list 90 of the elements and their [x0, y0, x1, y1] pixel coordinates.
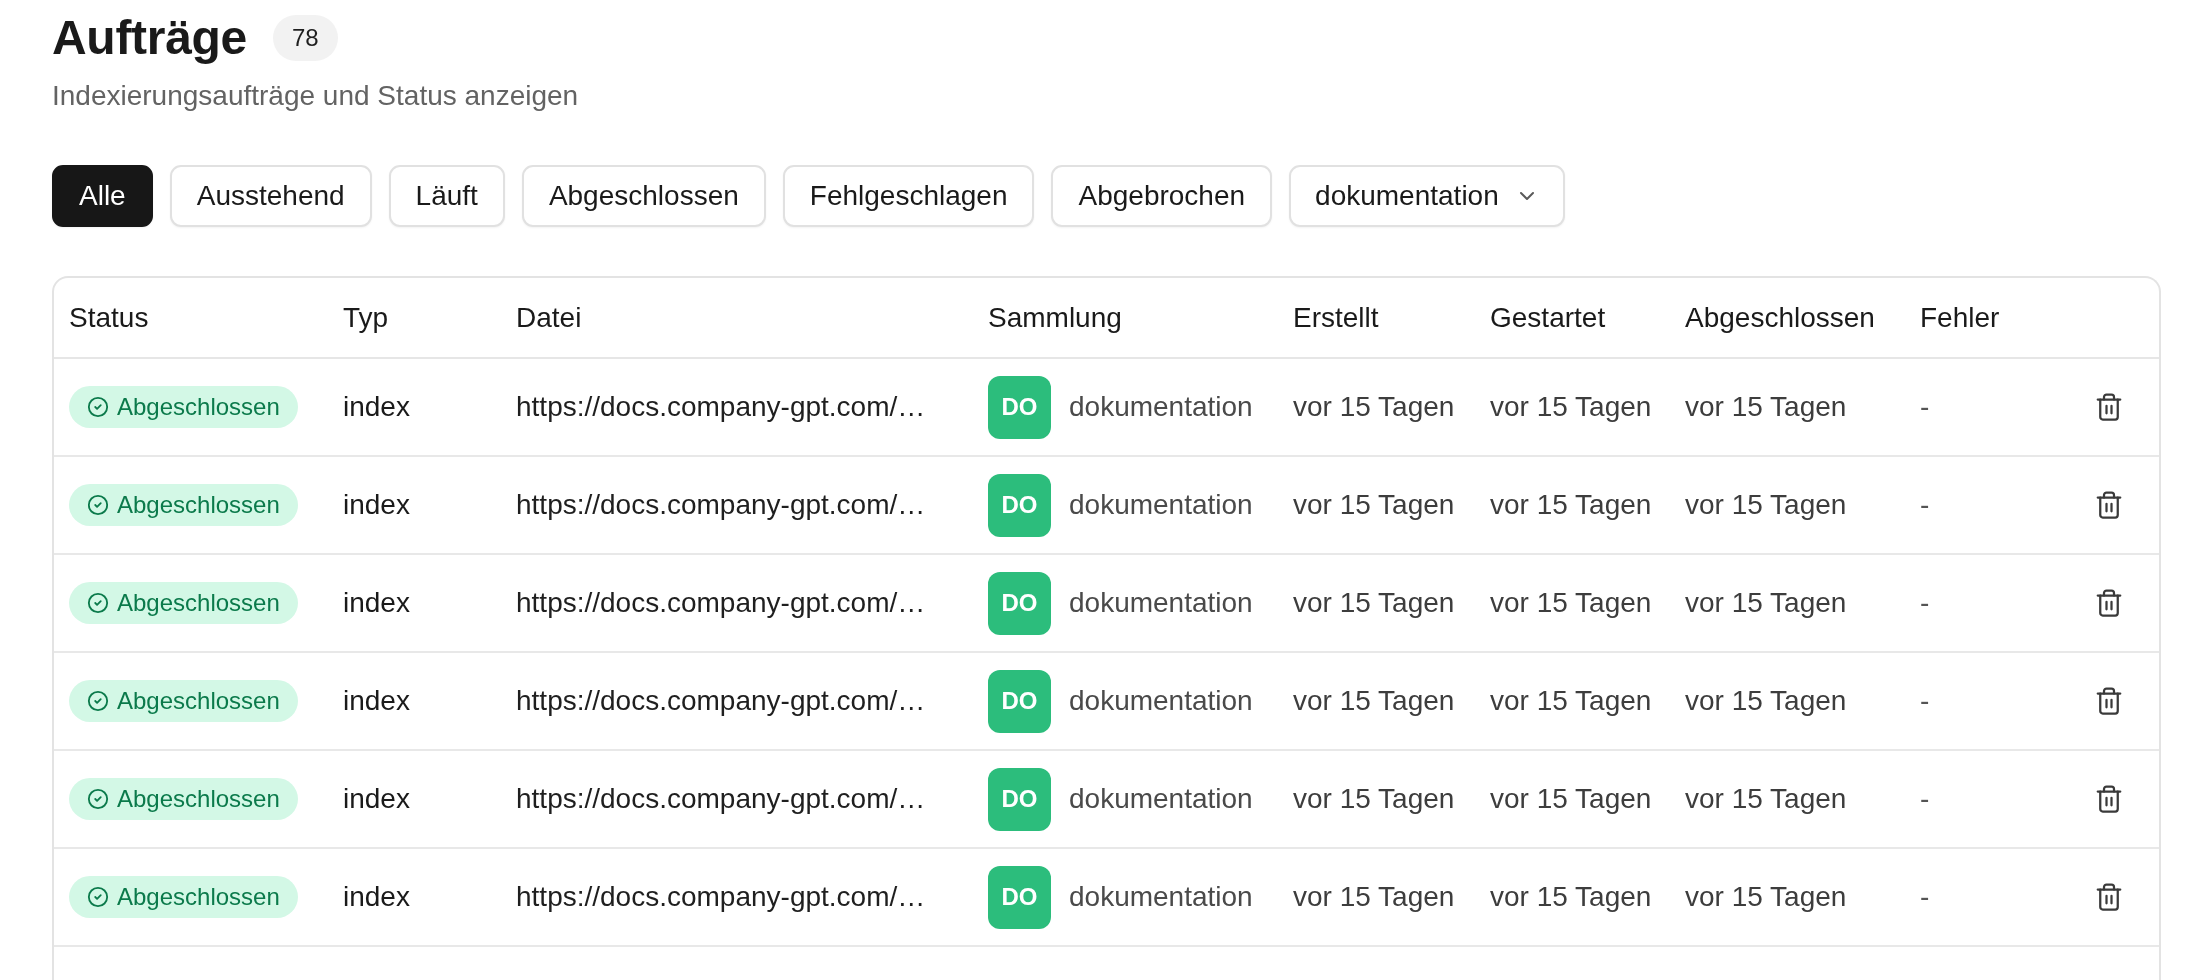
error-cell: - — [1920, 685, 1930, 717]
page-subtitle: Indexierungsaufträge und Status anzeigen — [52, 79, 580, 113]
collection-name: dokumentation — [1069, 587, 1253, 619]
filter-tab[interactable]: Läuft — [388, 165, 505, 227]
date-cell: vor 15 Tagen — [1293, 783, 1455, 815]
date-cell: vor 15 Tagen — [1293, 489, 1455, 521]
date-cell: vor 15 Tagen — [1685, 489, 1847, 521]
collection-avatar: DO — [988, 669, 1051, 733]
filter-tab[interactable]: Alle — [52, 165, 153, 227]
check-circle-icon — [87, 396, 109, 418]
date-cell: vor 15 Tagen — [1293, 587, 1455, 619]
type-cell: index — [343, 783, 410, 815]
date-cell: vor 15 Tagen — [1293, 391, 1455, 423]
date-cell: vor 15 Tagen — [1293, 685, 1455, 717]
date-cell: vor 15 Tagen — [1685, 685, 1847, 717]
column-header: Sammlung — [987, 301, 1123, 334]
type-cell: index — [343, 685, 410, 717]
date-cell: vor 15 Tagen — [1490, 881, 1652, 913]
date-cell: vor 15 Tagen — [1490, 587, 1652, 619]
error-cell: - — [1920, 391, 1930, 423]
type-cell: index — [343, 587, 410, 619]
filter-tab[interactable]: Ausstehend — [169, 165, 372, 227]
status-text: Abgeschlossen — [117, 393, 280, 421]
status-text: Abgeschlossen — [117, 589, 280, 617]
check-circle-icon — [87, 886, 109, 908]
status-text: Abgeschlossen — [117, 785, 280, 813]
date-cell: vor 15 Tagen — [1293, 881, 1455, 913]
date-cell: vor 15 Tagen — [1685, 881, 1847, 913]
date-cell: vor 15 Tagen — [1685, 391, 1847, 423]
date-cell: vor 15 Tagen — [1490, 685, 1652, 717]
check-circle-icon — [87, 788, 109, 810]
delete-button[interactable] — [2094, 784, 2124, 814]
check-circle-icon — [87, 494, 109, 516]
collection-avatar: DO — [988, 767, 1051, 831]
page-title: Aufträge — [52, 10, 247, 66]
file-url: https://docs.company-gpt.com/… — [516, 783, 926, 815]
collection-name: dokumentation — [1069, 783, 1253, 815]
collection-name: dokumentation — [1069, 489, 1253, 521]
column-header: Typ — [342, 301, 390, 334]
date-cell: vor 15 Tagen — [1490, 489, 1652, 521]
filter-tab[interactable]: Abgebrochen — [1051, 165, 1273, 227]
date-cell: vor 15 Tagen — [1490, 391, 1652, 423]
type-cell: index — [343, 489, 410, 521]
date-cell: vor 15 Tagen — [1685, 783, 1847, 815]
collection-dropdown[interactable]: dokumentation — [1289, 165, 1565, 227]
error-cell: - — [1920, 783, 1930, 815]
delete-button[interactable] — [2094, 392, 2124, 422]
collection-name: dokumentation — [1069, 881, 1253, 913]
file-url: https://docs.company-gpt.com/… — [516, 391, 926, 423]
date-cell: vor 15 Tagen — [1490, 783, 1652, 815]
collection-avatar: DO — [988, 375, 1051, 439]
trash-icon — [2094, 588, 2124, 618]
column-header: Gestartet — [1489, 301, 1607, 334]
filter-tab[interactable]: Abgeschlossen — [521, 165, 766, 227]
delete-button[interactable] — [2094, 882, 2124, 912]
collection-name: dokumentation — [1069, 391, 1253, 423]
file-url: https://docs.company-gpt.com/… — [516, 881, 926, 913]
count-badge: 78 — [272, 15, 338, 61]
error-cell: - — [1920, 881, 1930, 913]
status-text: Abgeschlossen — [117, 491, 280, 519]
error-cell: - — [1920, 489, 1930, 521]
trash-icon — [2094, 882, 2124, 912]
column-header: Abgeschlossen — [1684, 301, 1876, 334]
delete-button[interactable] — [2094, 588, 2124, 618]
type-cell: index — [343, 391, 410, 423]
check-circle-icon — [87, 592, 109, 614]
type-cell: index — [343, 881, 410, 913]
column-header: Datei — [515, 301, 583, 334]
file-url: https://docs.company-gpt.com/… — [516, 489, 926, 521]
collection-name: dokumentation — [1069, 685, 1253, 717]
delete-button[interactable] — [2094, 490, 2124, 520]
trash-icon — [2094, 392, 2124, 422]
status-text: Abgeschlossen — [117, 883, 280, 911]
collection-avatar: DO — [988, 865, 1051, 929]
status-text: Abgeschlossen — [117, 687, 280, 715]
column-header: Fehler — [1919, 301, 2001, 334]
filter-tab[interactable]: Fehlgeschlagen — [782, 165, 1035, 227]
trash-icon — [2094, 686, 2124, 716]
collection-avatar: DO — [988, 571, 1051, 635]
file-url: https://docs.company-gpt.com/… — [516, 587, 926, 619]
column-header: Status — [68, 301, 150, 334]
error-cell: - — [1920, 587, 1930, 619]
trash-icon — [2094, 784, 2124, 814]
collection-avatar: DO — [988, 473, 1051, 537]
trash-icon — [2094, 490, 2124, 520]
date-cell: vor 15 Tagen — [1685, 587, 1847, 619]
delete-button[interactable] — [2094, 686, 2124, 716]
check-circle-icon — [87, 690, 109, 712]
file-url: https://docs.company-gpt.com/… — [516, 685, 926, 717]
column-header: Erstellt — [1292, 301, 1380, 334]
